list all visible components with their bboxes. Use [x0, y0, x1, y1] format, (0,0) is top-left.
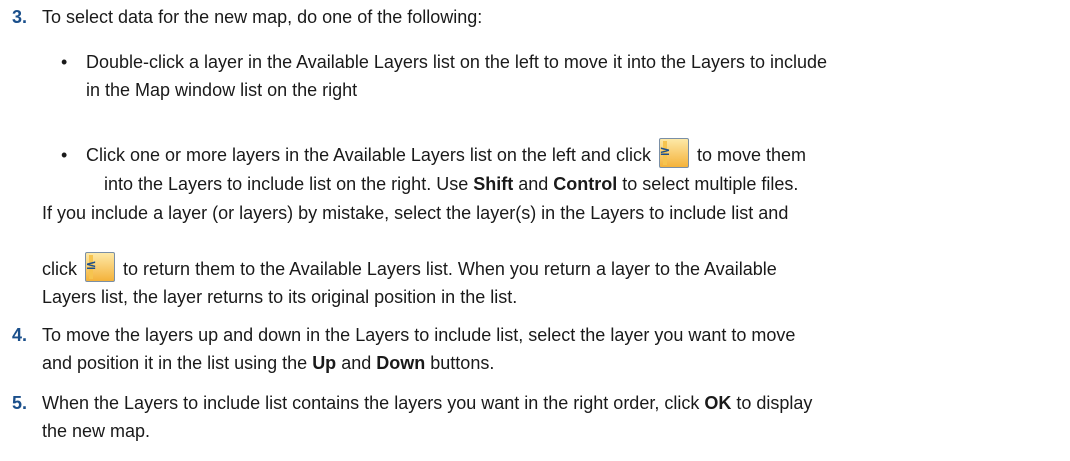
add-layer-button[interactable]: ≥ [658, 138, 689, 169]
bullet-1-line-2: in the Map window list on the right [86, 80, 358, 100]
step-5-line-2: the new map. [42, 421, 151, 441]
mistake-line-3: Layers list, the layer returns to its or… [42, 287, 518, 307]
bullet-2-line-2: into the Layers to include list on the r… [104, 174, 799, 194]
shift-key-label: Shift [473, 174, 514, 194]
step-3-number: 3. [12, 7, 28, 27]
bullet-2-marker: • [61, 145, 68, 165]
bullet-1-line-1: Double-click a layer in the Available La… [86, 52, 828, 72]
bullet-2-text-pre: Click one or more layers in the Availabl… [86, 145, 651, 165]
bullet-1-marker: • [61, 52, 68, 72]
control-key-label: Control [553, 174, 618, 194]
add-layer-icon: ≥ [660, 141, 670, 166]
remove-layer-icon: ≤ [86, 255, 96, 280]
step-5-line-1: When the Layers to include list contains… [42, 393, 813, 413]
ok-button-label: OK [704, 393, 732, 413]
mistake-line-2: click ≤ to return them to the Available … [42, 252, 777, 283]
bullet-2-line-1: Click one or more layers in the Availabl… [86, 138, 807, 169]
remove-layer-button[interactable]: ≤ [85, 252, 116, 283]
step-4-number: 4. [12, 325, 28, 345]
bullet-2-text-post: to move them [696, 145, 807, 165]
up-button-label: Up [312, 353, 337, 373]
mistake-line-1: If you include a layer (or layers) by mi… [42, 203, 789, 223]
down-button-label: Down [376, 353, 426, 373]
step-4-line-1: To move the layers up and down in the La… [42, 325, 796, 345]
step-3-intro: To select data for the new map, do one o… [42, 7, 483, 27]
step-4-line-2: and position it in the list using the Up… [42, 353, 495, 373]
step-5-number: 5. [12, 393, 28, 413]
